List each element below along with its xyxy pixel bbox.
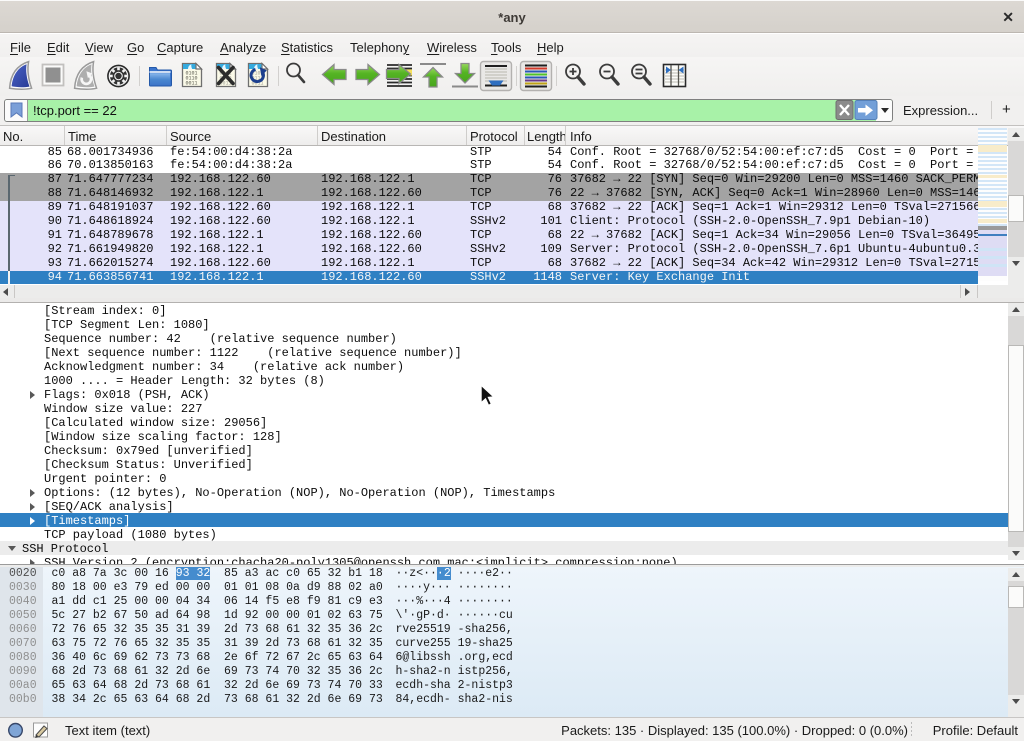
svg-text:0011: 0011 — [186, 81, 198, 87]
